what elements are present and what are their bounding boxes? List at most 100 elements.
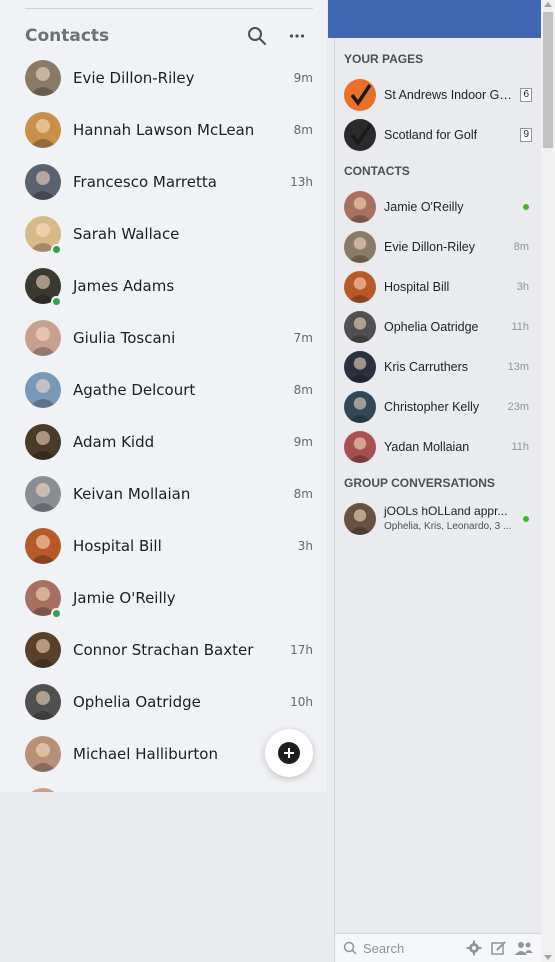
online-indicator <box>51 296 62 307</box>
notification-badge: 9 <box>520 128 532 142</box>
sidebar-contact-item[interactable]: Christopher Kelly 23m <box>335 387 542 427</box>
contact-row[interactable]: Agathe Delcourt 8m <box>0 364 327 416</box>
last-active-time: 8m <box>293 123 313 137</box>
avatar-image <box>344 503 376 535</box>
avatar <box>344 431 376 463</box>
page-logo <box>344 119 376 151</box>
avatar-image <box>344 431 376 463</box>
avatar <box>344 231 376 263</box>
sidebar-contact-item[interactable]: Yadan Mollaian 11h <box>335 427 542 467</box>
more-icon <box>289 34 305 38</box>
sidebar-footer: Search <box>335 933 542 962</box>
compose-button[interactable] <box>491 940 509 956</box>
avatar <box>25 60 61 96</box>
settings-button[interactable] <box>466 940 484 956</box>
avatar-image <box>344 191 376 223</box>
group-conversation-item[interactable]: jOOLs hOLLand appr... Ophelia, Kris, Leon… <box>335 499 542 539</box>
contact-row[interactable]: Ophelia Oatridge 10h <box>0 676 327 728</box>
avatar <box>25 736 61 772</box>
search-button[interactable] <box>245 24 269 48</box>
avatar <box>25 320 61 356</box>
last-active-time: 7m <box>293 331 313 345</box>
search-icon <box>343 941 357 955</box>
page-item[interactable]: Scotland for Golf 9 <box>335 115 542 155</box>
contact-name: Agathe Delcourt <box>73 381 196 399</box>
new-message-button[interactable] <box>265 729 313 777</box>
sidebar-contact-item[interactable]: Jamie O'Reilly <box>335 187 542 227</box>
last-active-time: 11h <box>511 441 529 453</box>
more-options-button[interactable] <box>285 24 309 48</box>
new-group-button[interactable] <box>515 940 533 956</box>
contact-row[interactable]: Hospital Bill 3h <box>0 520 327 572</box>
contact-row[interactable]: Sarah Wallace <box>0 208 327 260</box>
page-avatar <box>344 119 376 151</box>
last-active-time: 8m <box>513 241 529 253</box>
last-active-time: 17h <box>290 643 313 657</box>
sidebar-contact-item[interactable]: Ophelia Oatridge 11h <box>335 307 542 347</box>
last-active-time: 9m <box>293 435 313 449</box>
avatar-image <box>25 684 61 720</box>
contact-name: Evie Dillon-Riley <box>384 240 475 254</box>
avatar-image <box>25 372 61 408</box>
contact-name: Hospital Bill <box>73 537 162 555</box>
avatar-image <box>25 632 61 668</box>
online-indicator <box>523 516 529 522</box>
contact-name: Francesco Marretta <box>73 173 217 191</box>
compose-icon <box>491 941 506 955</box>
sidebar-contact-item[interactable]: Kris Carruthers 13m <box>335 347 542 387</box>
group-icon <box>515 942 533 955</box>
avatar <box>344 311 376 343</box>
contact-name: Hospital Bill <box>384 280 450 294</box>
contact-row[interactable]: Connor Strachan Baxter 17h <box>0 624 327 676</box>
avatar <box>25 372 61 408</box>
avatar-image <box>25 528 61 564</box>
online-indicator <box>51 244 62 255</box>
page-name: Scotland for Golf <box>384 128 478 142</box>
scroll-up-arrow[interactable] <box>544 2 552 7</box>
sidebar-contact-item[interactable]: Hospital Bill 3h <box>335 267 542 307</box>
contact-row[interactable]: Evie Dillon-Riley 9m <box>0 52 327 104</box>
avatar-image <box>25 736 61 772</box>
online-indicator <box>51 608 62 619</box>
avatar <box>25 164 61 200</box>
contact-row[interactable]: Hannah Lawson McLean 8m <box>0 104 327 156</box>
last-active-time: 8m <box>293 487 313 501</box>
avatar-image <box>25 424 61 460</box>
avatar-image <box>344 231 376 263</box>
group-name: jOOLs hOLLand appr... <box>384 504 508 518</box>
avatar <box>344 391 376 423</box>
contact-row[interactable]: Keivan Mollaian 8m <box>0 468 327 520</box>
scroll-thumb[interactable] <box>543 12 553 148</box>
contact-row[interactable]: Giulia Toscani 7m <box>0 312 327 364</box>
avatar <box>25 788 61 792</box>
contact-row[interactable]: Adam Kidd 9m <box>0 416 327 468</box>
contact-name: Hannah Lawson McLean <box>73 121 255 139</box>
divider <box>25 8 313 9</box>
avatar <box>344 351 376 383</box>
avatar <box>25 632 61 668</box>
scroll-down-arrow[interactable] <box>544 955 552 960</box>
contact-name: Kris Carruthers <box>384 360 469 374</box>
plus-circle-icon <box>278 742 300 764</box>
contact-row[interactable]: Francesco Marretta 13h <box>0 156 327 208</box>
sidebar-search-input[interactable]: Search <box>363 941 404 956</box>
section-your-pages: YOUR PAGES <box>344 52 424 66</box>
contacts-list: Evie Dillon-Riley 9m Hannah Lawson McLean 8… <box>0 52 327 792</box>
contact-name: Sarah Wallace <box>73 225 180 243</box>
scrollbar[interactable] <box>541 0 555 962</box>
avatar <box>344 271 376 303</box>
contact-row[interactable]: Jamie O'Reilly <box>0 572 327 624</box>
contact-row[interactable] <box>0 780 327 792</box>
avatar-image <box>344 311 376 343</box>
avatar <box>25 528 61 564</box>
page-item[interactable]: St Andrews Indoor Go... 6 <box>335 75 542 115</box>
last-active-time: 11h <box>511 321 529 333</box>
last-active-time: 13m <box>507 361 529 373</box>
avatar <box>344 191 376 223</box>
sidebar-contact-item[interactable]: Evie Dillon-Riley 8m <box>335 227 542 267</box>
online-indicator <box>523 204 529 210</box>
group-members: Ophelia, Kris, Leonardo, 3 ... <box>384 521 512 532</box>
chat-sidebar: YOUR PAGES St Andrews Indoor Go... 6 Scotl… <box>328 0 542 962</box>
avatar-image <box>25 164 61 200</box>
contact-row[interactable]: James Adams <box>0 260 327 312</box>
